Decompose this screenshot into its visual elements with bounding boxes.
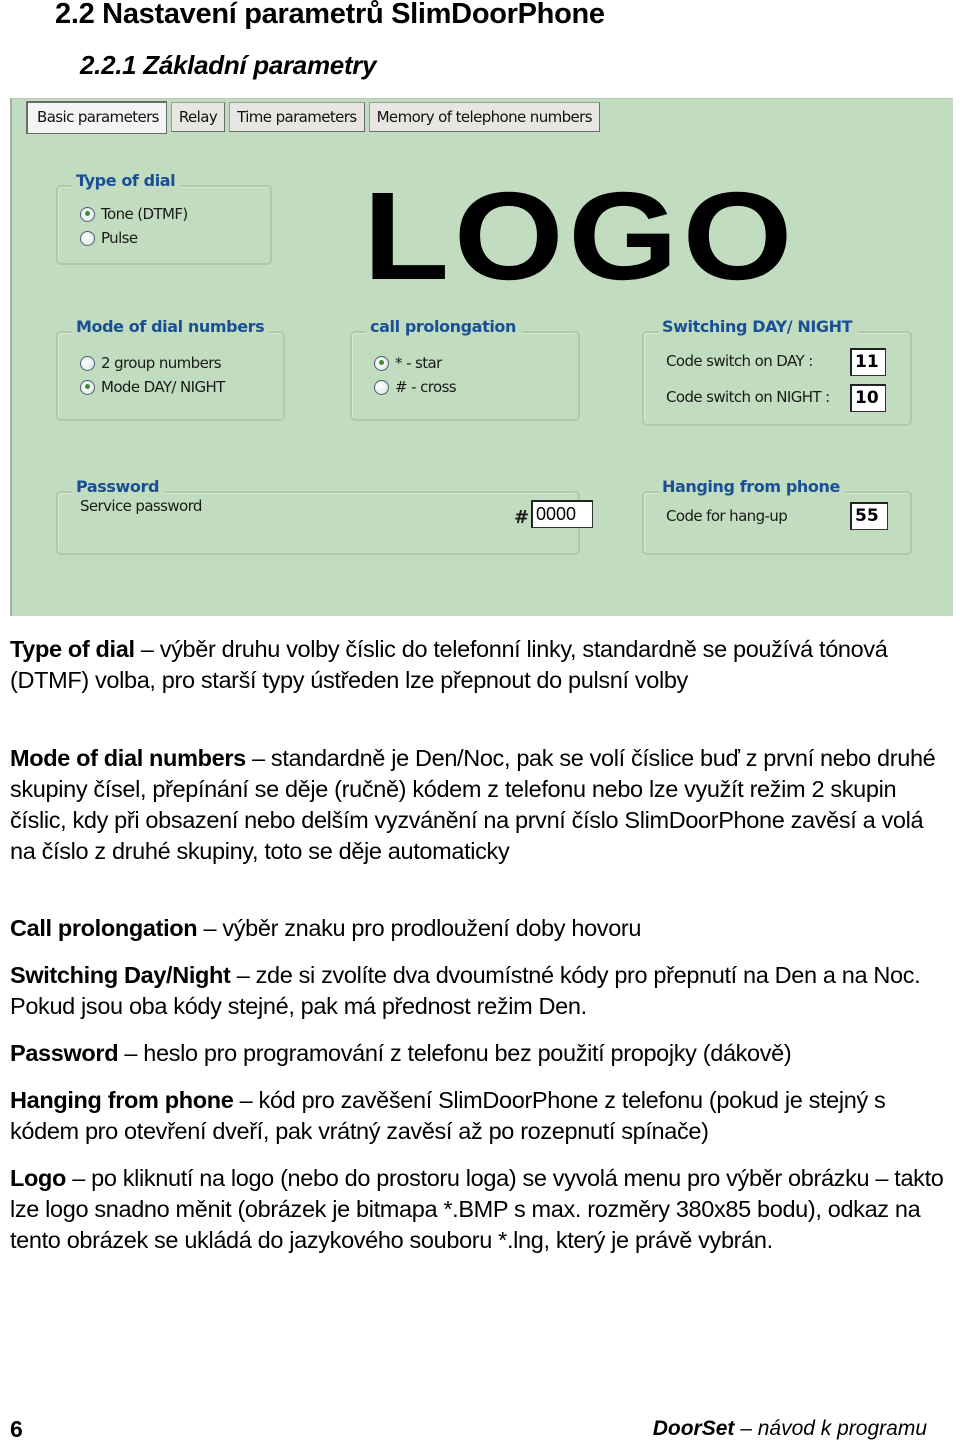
radio-unselected-icon: [80, 355, 95, 371]
radio-2-group-numbers[interactable]: 2 group numbers: [80, 354, 222, 372]
settings-window: Basic parameters Relay Time parameters M…: [10, 98, 953, 616]
tab-relay[interactable]: Relay: [170, 102, 226, 132]
paragraph-mode-of-dial-numbers: Mode of dial numbers – standardně je Den…: [10, 743, 950, 867]
call-prolongation-title: call prolongation: [366, 317, 522, 336]
tab-time-parameters[interactable]: Time parameters: [229, 102, 365, 132]
radio-selected-icon: [80, 206, 95, 222]
term: Call prolongation: [10, 915, 198, 941]
description: – výběr druhu volby číslic do telefonní …: [10, 636, 888, 693]
section-heading: 2.2 Nastavení parametrů SlimDoorPhone: [55, 0, 605, 30]
hanging-from-phone-title: Hanging from phone: [658, 477, 846, 496]
password-hash-prefix: #: [514, 507, 529, 528]
radio-label: Mode DAY/ NIGHT: [101, 378, 225, 396]
type-of-dial-title: Type of dial: [72, 171, 182, 190]
radio-selected-icon: [80, 379, 95, 395]
radio-unselected-icon: [80, 230, 95, 246]
call-prolongation-group: call prolongation * - star # - cross: [350, 317, 580, 421]
term: Password: [10, 1040, 119, 1066]
radio-unselected-icon: [374, 379, 389, 395]
code-for-hang-up-input[interactable]: 55: [850, 502, 888, 530]
footer-title: DoorSet – návod k programu: [653, 1417, 927, 1441]
logo-image[interactable]: LOGO: [363, 174, 797, 299]
service-password-label: Service password: [80, 497, 202, 515]
hanging-from-phone-group: Hanging from phone Code for hang-up 55: [642, 477, 912, 555]
term: Mode of dial numbers: [10, 745, 246, 771]
paragraph-logo: Logo – po kliknutí na logo (nebo do pros…: [10, 1163, 950, 1256]
term: Type of dial: [10, 636, 135, 662]
radio-label: 2 group numbers: [101, 354, 222, 372]
type-of-dial-group: Type of dial Tone (DTMF) Pulse: [56, 171, 272, 265]
tab-bar: Basic parameters Relay Time parameters M…: [26, 101, 600, 134]
code-switch-night-input[interactable]: 10: [850, 384, 886, 412]
radio-star[interactable]: * - star: [374, 354, 442, 372]
radio-pulse[interactable]: Pulse: [80, 229, 138, 247]
radio-label: Pulse: [101, 229, 138, 247]
paragraph-call-prolongation: Call prolongation – výběr znaku pro prod…: [10, 913, 950, 944]
term: Logo: [10, 1165, 67, 1191]
paragraph-switching-day-night: Switching Day/Night – zde si zvolíte dva…: [10, 960, 950, 1022]
password-title: Password: [72, 477, 166, 496]
page-number: 6: [10, 1416, 23, 1442]
description: – po kliknutí na logo (nebo do prostoru …: [10, 1165, 944, 1253]
paragraph-type-of-dial: Type of dial – výběr druhu volby číslic …: [10, 634, 950, 696]
mode-of-dial-numbers-title: Mode of dial numbers: [72, 317, 271, 336]
term: Hanging from phone: [10, 1087, 234, 1113]
paragraph-hanging-from-phone: Hanging from phone – kód pro zavěšení Sl…: [10, 1085, 950, 1147]
paragraph-password: Password – heslo pro programování z tele…: [10, 1038, 950, 1069]
footer-product: DoorSet: [652, 1417, 735, 1440]
term: Switching Day/Night: [10, 962, 231, 988]
code-switch-night-label: Code switch on NIGHT :: [666, 388, 830, 406]
tab-memory-of-telephone-numbers[interactable]: Memory of telephone numbers: [368, 102, 600, 132]
code-for-hang-up-label: Code for hang-up: [666, 507, 788, 525]
footer-subtitle: – návod k programu: [734, 1417, 927, 1440]
radio-tone-dtmf[interactable]: Tone (DTMF): [80, 205, 188, 223]
switching-day-night-group: Switching DAY/ NIGHT Code switch on DAY …: [642, 317, 912, 426]
radio-label: * - star: [395, 354, 442, 372]
tab-basic-parameters[interactable]: Basic parameters: [26, 101, 167, 134]
radio-cross[interactable]: # - cross: [374, 378, 457, 396]
code-switch-day-label: Code switch on DAY :: [666, 352, 813, 370]
subsection-heading: 2.2.1 Základní parametry: [80, 50, 377, 80]
radio-label: # - cross: [395, 378, 457, 396]
switching-day-night-title: Switching DAY/ NIGHT: [658, 317, 859, 336]
description: – výběr znaku pro prodloužení doby hovor…: [197, 915, 642, 941]
radio-mode-day-night[interactable]: Mode DAY/ NIGHT: [80, 378, 225, 396]
description: – heslo pro programování z telefonu bez …: [118, 1040, 792, 1066]
password-group: Password Service password # 0000: [56, 477, 593, 555]
mode-of-dial-numbers-group: Mode of dial numbers 2 group numbers Mod…: [56, 317, 285, 421]
service-password-input[interactable]: 0000: [531, 500, 593, 528]
radio-label: Tone (DTMF): [101, 205, 188, 223]
code-switch-day-input[interactable]: 11: [850, 348, 886, 376]
radio-selected-icon: [374, 355, 389, 371]
